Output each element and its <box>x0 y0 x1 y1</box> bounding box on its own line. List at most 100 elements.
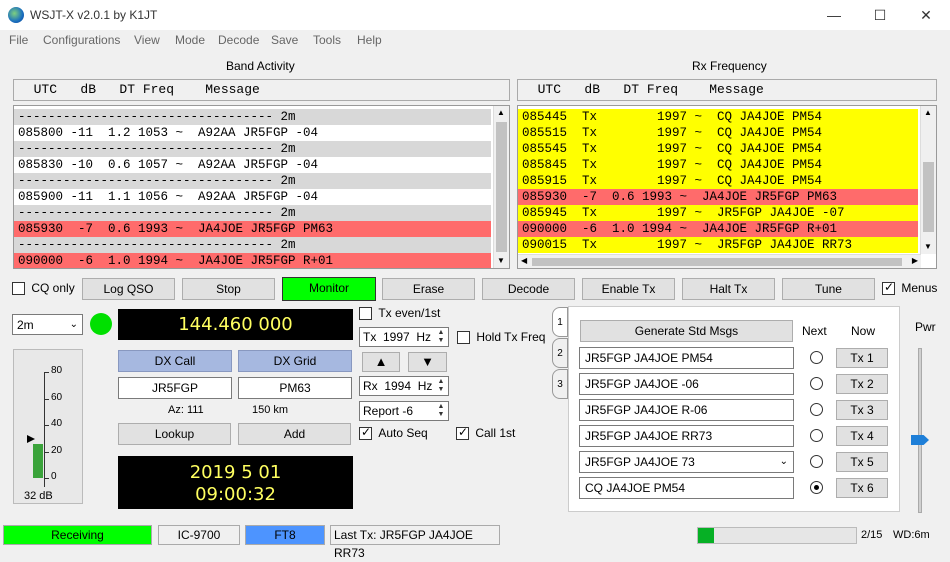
tab-1[interactable]: 1 <box>552 307 568 337</box>
band-activity-row[interactable]: ---------------------------------- 2m <box>14 205 491 221</box>
scroll-down-icon[interactable]: ▼ <box>497 256 505 265</box>
menu-mode[interactable]: Mode <box>175 33 205 47</box>
band-activity-row[interactable]: 090000 -6 1.0 1994 ~ JA4JOE JR5FGP R+01 <box>14 253 491 268</box>
close-icon[interactable]: ✕ <box>903 0 949 30</box>
rx-frequency-row[interactable]: 085845 Tx 1997 ~ CQ JA4JOE PM54 <box>518 157 918 173</box>
call-1st-checkbox[interactable]: Call 1st <box>456 425 515 441</box>
scroll-left-icon[interactable]: ◀ <box>521 256 527 265</box>
minimize-icon[interactable]: — <box>811 0 857 30</box>
spin-arrows-icon[interactable]: ▲ ▼ <box>435 378 447 394</box>
next-radio[interactable] <box>810 455 823 468</box>
band-activity-row[interactable]: ---------------------------------- 2m <box>14 237 491 253</box>
rx-frequency-row[interactable]: 085930 -7 0.6 1993 ~ JA4JOE JR5FGP PM63 <box>518 189 918 205</box>
monitor-button[interactable]: Monitor <box>282 277 376 301</box>
tx-even-check[interactable] <box>359 307 372 321</box>
tx-message-input[interactable]: CQ JA4JOE PM54 <box>579 477 794 499</box>
band-activity-row[interactable]: 085930 -7 0.6 1993 ~ JA4JOE JR5FGP PM63 <box>14 221 491 237</box>
tab-2[interactable]: 2 <box>552 338 568 368</box>
menus-check[interactable] <box>882 280 895 296</box>
erase-button[interactable]: Erase <box>382 278 475 300</box>
rx-frequency-list[interactable]: 085445 Tx 1997 ~ CQ JA4JOE PM54 085515 Tx… <box>517 105 937 269</box>
cq-only-checkbox[interactable]: CQ only <box>12 281 75 296</box>
rx-frequency-vscrollbar[interactable]: ▲ ▼ <box>920 106 936 254</box>
dx-call-input[interactable]: JR5FGP <box>118 377 232 399</box>
rx-frequency-row[interactable]: 085915 Tx 1997 ~ CQ JA4JOE PM54 <box>518 173 918 189</box>
pwr-slider-handle[interactable] <box>911 435 929 445</box>
scroll-up-icon[interactable]: ▲ <box>497 108 505 117</box>
freq-up-button[interactable]: ▲ <box>362 352 400 372</box>
hold-tx-check[interactable] <box>457 331 470 345</box>
tx-now-button[interactable]: Tx 2 <box>836 374 888 394</box>
next-radio[interactable] <box>810 377 823 390</box>
tx-message-input[interactable]: JR5FGP JA4JOE R-06 <box>579 399 794 421</box>
band-activity-list[interactable]: ---------------------------------- 2m 085… <box>13 105 510 269</box>
lookup-button[interactable]: Lookup <box>118 423 231 445</box>
pwr-slider-track[interactable] <box>918 348 922 513</box>
band-activity-row[interactable]: 085830 -10 0.6 1057 ~ A92AA JR5FGP -04 <box>14 157 491 173</box>
menu-tools[interactable]: Tools <box>313 33 341 47</box>
band-activity-row[interactable]: ---------------------------------- 2m <box>14 173 491 189</box>
freq-down-button[interactable]: ▼ <box>408 352 447 372</box>
rx-frequency-row[interactable]: 090015 Tx 1997 ~ JR5FGP JA4JOE RR73 <box>518 237 918 253</box>
tx-message-input[interactable]: JR5FGP JA4JOE -06 <box>579 373 794 395</box>
tx-message-input[interactable]: JR5FGP JA4JOE 73 ⌄ <box>579 451 794 473</box>
stop-button[interactable]: Stop <box>182 278 275 300</box>
rx-frequency-row[interactable]: 085515 Tx 1997 ~ CQ JA4JOE PM54 <box>518 125 918 141</box>
band-select[interactable]: 2m ⌄ <box>12 314 83 335</box>
menu-configurations[interactable]: Configurations <box>43 33 120 47</box>
menu-view[interactable]: View <box>134 33 160 47</box>
add-button[interactable]: Add <box>238 423 351 445</box>
auto-seq-check[interactable] <box>359 425 372 441</box>
band-activity-row[interactable]: ---------------------------------- 2m <box>14 141 491 157</box>
next-radio[interactable] <box>810 403 823 416</box>
scroll-thumb[interactable] <box>923 162 934 232</box>
maximize-icon[interactable]: ☐ <box>857 0 903 30</box>
rx-freq-spinbox[interactable]: Rx 1994 Hz ▲ ▼ <box>359 376 449 396</box>
next-radio[interactable] <box>810 351 823 364</box>
spin-arrows-icon[interactable]: ▲ ▼ <box>435 403 447 419</box>
menu-file[interactable]: File <box>9 33 28 47</box>
hold-tx-freq-checkbox[interactable]: Hold Tx Freq <box>457 330 545 345</box>
tx-message-input[interactable]: JR5FGP JA4JOE PM54 <box>579 347 794 369</box>
tx-now-button[interactable]: Tx 6 <box>836 478 888 498</box>
tx-now-button[interactable]: Tx 1 <box>836 348 888 368</box>
scroll-down-icon[interactable]: ▼ <box>924 242 932 251</box>
tab-3[interactable]: 3 <box>552 369 568 399</box>
rx-frequency-row[interactable]: 085545 Tx 1997 ~ CQ JA4JOE PM54 <box>518 141 918 157</box>
rx-frequency-row[interactable]: 085445 Tx 1997 ~ CQ JA4JOE PM54 <box>518 109 918 125</box>
decode-button[interactable]: Decode <box>482 278 575 300</box>
call-1st-check[interactable] <box>456 425 469 441</box>
next-radio[interactable] <box>810 481 823 494</box>
menus-checkbox[interactable]: Menus <box>882 280 937 296</box>
halt-tx-button[interactable]: Halt Tx <box>682 278 775 300</box>
band-activity-row[interactable]: 085900 -11 1.1 1056 ~ A92AA JR5FGP -04 <box>14 189 491 205</box>
dx-call-button[interactable]: DX Call <box>118 350 232 372</box>
tune-button[interactable]: Tune <box>782 278 875 300</box>
log-qso-button[interactable]: Log QSO <box>82 278 175 300</box>
generate-std-msgs-button[interactable]: Generate Std Msgs <box>580 320 793 342</box>
band-activity-scrollbar[interactable]: ▲ ▼ <box>493 106 509 268</box>
scroll-up-icon[interactable]: ▲ <box>924 108 932 117</box>
rx-frequency-row[interactable]: 090000 -6 1.0 1994 ~ JA4JOE JR5FGP R+01 <box>518 221 918 237</box>
rx-frequency-hscrollbar[interactable]: ◀ ▶ <box>518 254 921 268</box>
auto-seq-checkbox[interactable]: Auto Seq <box>359 425 428 441</box>
menu-save[interactable]: Save <box>271 33 298 47</box>
tx-even-checkbox[interactable]: Tx even/1st <box>359 306 440 321</box>
band-activity-row[interactable]: 085800 -11 1.2 1053 ~ A92AA JR5FGP -04 <box>14 125 491 141</box>
report-spinbox[interactable]: Report -6 ▲ ▼ <box>359 401 449 421</box>
rx-frequency-row[interactable]: 085945 Tx 1997 ~ JR5FGP JA4JOE -07 <box>518 205 918 221</box>
scroll-thumb[interactable] <box>532 258 902 266</box>
dx-grid-input[interactable]: PM63 <box>238 377 352 399</box>
menu-decode[interactable]: Decode <box>218 33 259 47</box>
tx-message-input[interactable]: JR5FGP JA4JOE RR73 <box>579 425 794 447</box>
spin-arrows-icon[interactable]: ▲ ▼ <box>435 329 447 345</box>
enable-tx-button[interactable]: Enable Tx <box>582 278 675 300</box>
dx-grid-button[interactable]: DX Grid <box>238 350 352 372</box>
tx-now-button[interactable]: Tx 5 <box>836 452 888 472</box>
tx-freq-spinbox[interactable]: Tx 1997 Hz ▲ ▼ <box>359 327 449 347</box>
menu-help[interactable]: Help <box>357 33 382 47</box>
next-radio[interactable] <box>810 429 823 442</box>
tx-now-button[interactable]: Tx 4 <box>836 426 888 446</box>
cq-only-check[interactable] <box>12 282 25 296</box>
scroll-thumb[interactable] <box>496 122 507 252</box>
